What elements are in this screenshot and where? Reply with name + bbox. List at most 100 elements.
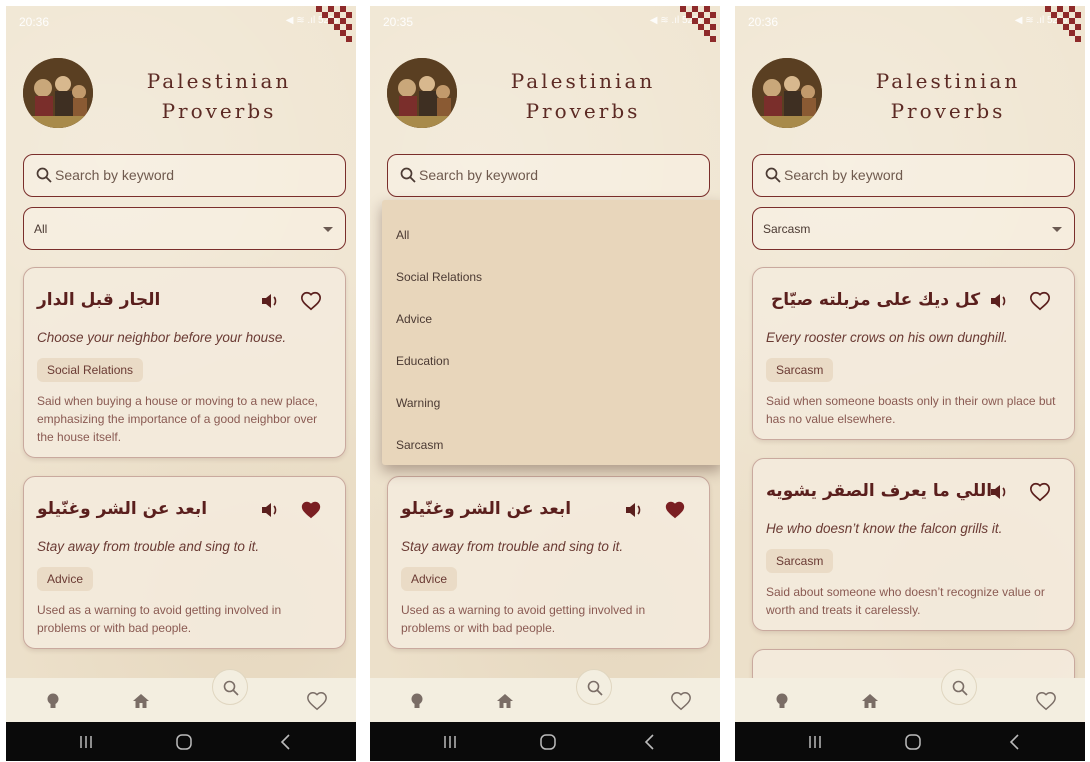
proverb-arabic: ابعد عن الشر وغنّيلو [37,499,208,519]
home-system-icon[interactable] [174,732,194,752]
lightbulb-icon[interactable] [42,690,64,712]
dropdown-option-education[interactable]: Education [396,354,449,368]
app-title-line1: Palestinian [510,69,656,93]
home-icon[interactable] [859,690,881,712]
app-logo-avatar [387,58,457,128]
app-title: Palestinian Proverbs [498,66,668,126]
app-logo-avatar [752,58,822,128]
dropdown-option-social-relations[interactable]: Social Relations [396,270,482,284]
search-nav-button[interactable] [941,669,977,705]
heart-outline-icon[interactable] [1029,481,1051,503]
back-icon[interactable] [640,732,660,752]
dropdown-option-sarcasm[interactable]: Sarcasm [396,438,443,452]
speaker-icon[interactable] [624,501,644,519]
search-icon [36,167,52,183]
proverb-card[interactable]: ابعد عن الشر وغنّيلو Stay away from trou… [387,476,710,649]
heart-nav-icon[interactable] [1035,690,1057,712]
search-icon [765,167,781,183]
heart-outline-icon[interactable] [300,290,322,312]
proverb-description: Used as a warning to avoid getting invol… [401,603,646,635]
proverb-english: Choose your neighbor before your house. [37,330,287,345]
category-badge: Social Relations [37,358,144,382]
screenshot-stage: 20:36 ◀ ≋ .ıl 52% Palestinian Proverbs S… [0,0,1090,762]
search-icon [223,680,239,696]
bottom-nav [735,678,1085,722]
lightbulb-icon[interactable] [771,690,793,712]
chevron-down-icon [323,227,333,232]
proverb-card[interactable]: الجار قبل الدار Choose your neighbor bef… [23,267,346,458]
proverb-card[interactable]: اللي ما يعرف الصقر يشويه He who doesn’t … [752,458,1075,631]
bottom-nav [6,678,356,722]
back-icon[interactable] [1005,732,1025,752]
heart-outline-icon[interactable] [1029,290,1051,312]
bottom-nav [370,678,720,722]
app-header: Palestinian Proverbs [386,56,704,136]
status-time: 20:36 [748,15,779,29]
app-title: Palestinian Proverbs [863,66,1033,126]
heart-filled-icon[interactable] [300,499,322,521]
home-icon[interactable] [494,690,516,712]
proverb-description: Said about someone who doesn’t recognize… [766,585,1045,617]
category-select-value: Sarcasm [763,222,811,236]
search-icon [952,680,968,696]
proverb-description: Said when buying a house or moving to a … [37,394,318,444]
home-system-icon[interactable] [903,732,923,752]
heart-nav-icon[interactable] [670,690,692,712]
proverb-description: Used as a warning to avoid getting invol… [37,603,282,635]
search-input[interactable]: Search by keyword [752,154,1075,197]
category-select[interactable]: Sarcasm [752,207,1075,250]
proverb-description: Said when someone boasts only in their o… [766,394,1056,426]
speaker-icon[interactable] [989,483,1009,501]
recent-apps-icon[interactable] [805,732,825,752]
embroidery-pattern-icon [1045,6,1081,42]
app-title: Palestinian Proverbs [134,66,304,126]
search-nav-button[interactable] [212,669,248,705]
category-badge: Advice [401,567,458,591]
home-icon[interactable] [130,690,152,712]
category-badge: Advice [37,567,94,591]
heart-nav-icon[interactable] [306,690,328,712]
dropdown-option-warning[interactable]: Warning [396,396,440,410]
embroidery-pattern-icon [316,6,352,42]
category-dropdown-menu: All Social Relations Advice Education Wa… [382,200,720,465]
app-title-line2: Proverbs [525,99,641,123]
search-input[interactable]: Search by keyword [23,154,346,197]
status-time: 20:35 [383,15,414,29]
proverb-english: Every rooster crows on his own dunghill. [766,330,1008,345]
speaker-icon[interactable] [989,292,1009,310]
category-select[interactable]: All [23,207,346,250]
system-nav-bar [370,722,720,761]
system-nav-bar [735,722,1085,761]
speaker-icon[interactable] [260,292,280,310]
search-placeholder: Search by keyword [784,167,904,183]
proverb-english: Stay away from trouble and sing to it. [401,539,624,554]
recent-apps-icon[interactable] [76,732,96,752]
home-system-icon[interactable] [538,732,558,752]
proverb-card[interactable]: كل ديك على مزبلته صيّاح Every rooster cr… [752,267,1075,440]
search-icon [400,167,416,183]
app-title-line2: Proverbs [890,99,1006,123]
search-input[interactable]: Search by keyword [387,154,710,197]
back-icon[interactable] [276,732,296,752]
category-select-value: All [34,222,48,236]
phone-screen-3: 20:36 ◀ ≋ .ıl 52% Palestinian Proverbs S… [735,6,1085,761]
proverb-english: He who doesn’t know the falcon grills it… [766,521,1003,536]
status-time: 20:36 [19,15,50,29]
dropdown-option-all[interactable]: All [396,228,409,242]
proverb-english: Stay away from trouble and sing to it. [37,539,260,554]
proverb-arabic: كل ديك على مزبلته صيّاح [771,290,981,310]
lightbulb-icon[interactable] [406,690,428,712]
dropdown-option-advice[interactable]: Advice [396,312,432,326]
search-nav-button[interactable] [576,669,612,705]
proverb-card[interactable]: ابعد عن الشر وغنّيلو Stay away from trou… [23,476,346,649]
system-nav-bar [6,722,356,761]
app-logo-avatar [23,58,93,128]
embroidery-pattern-icon [680,6,716,42]
proverb-arabic: الجار قبل الدار [37,290,161,310]
heart-filled-icon[interactable] [664,499,686,521]
app-title-line1: Palestinian [146,69,292,93]
search-icon [587,680,603,696]
speaker-icon[interactable] [260,501,280,519]
recent-apps-icon[interactable] [440,732,460,752]
phone-screen-1: 20:36 ◀ ≋ .ıl 52% Palestinian Proverbs S… [6,6,356,761]
